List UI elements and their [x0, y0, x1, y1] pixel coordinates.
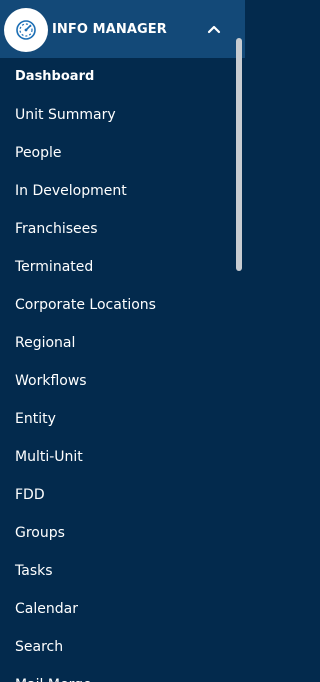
sidebar-item-mail-merge[interactable]: Mail Merge [0, 666, 232, 682]
sidebar-item-unit-summary[interactable]: Unit Summary [0, 96, 232, 134]
app-logo [4, 8, 48, 52]
sidebar-item-dashboard[interactable]: Dashboard [0, 58, 232, 96]
sidebar-item-tasks[interactable]: Tasks [0, 552, 232, 590]
scrollbar[interactable] [236, 38, 242, 678]
sidebar-item-terminated[interactable]: Terminated [0, 248, 232, 286]
nav-menu: Dashboard Unit Summary People In Develop… [0, 58, 232, 682]
sidebar-item-entity[interactable]: Entity [0, 400, 232, 438]
scrollbar-thumb[interactable] [236, 38, 242, 271]
sidebar-item-people[interactable]: People [0, 134, 232, 172]
sidebar-item-groups[interactable]: Groups [0, 514, 232, 552]
sidebar-item-corporate-locations[interactable]: Corporate Locations [0, 286, 232, 324]
sidebar-item-fdd[interactable]: FDD [0, 476, 232, 514]
sidebar-item-regional[interactable]: Regional [0, 324, 232, 362]
sidebar-item-franchisees[interactable]: Franchisees [0, 210, 232, 248]
sidebar-item-multi-unit[interactable]: Multi-Unit [0, 438, 232, 476]
sidebar-item-calendar[interactable]: Calendar [0, 590, 232, 628]
gauge-icon [16, 20, 36, 40]
collapse-button[interactable] [203, 18, 225, 40]
sidebar-header[interactable]: INFO MANAGER [0, 0, 245, 58]
sidebar-item-in-development[interactable]: In Development [0, 172, 232, 210]
sidebar: INFO MANAGER Dashboard Unit Summary Peop… [0, 0, 245, 682]
sidebar-item-search[interactable]: Search [0, 628, 232, 666]
sidebar-item-workflows[interactable]: Workflows [0, 362, 232, 400]
app-title: INFO MANAGER [52, 22, 167, 37]
chevron-up-icon [207, 25, 221, 34]
